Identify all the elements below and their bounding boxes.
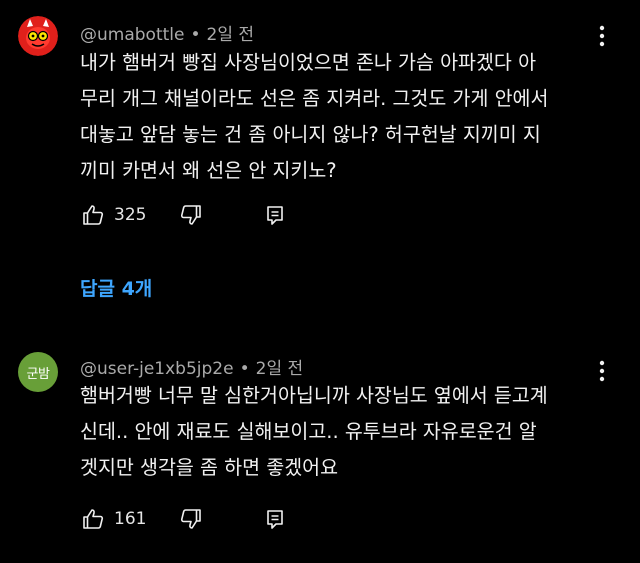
comment-text: 햄버거빵 너무 말 심한거아닙니까 사장님도 옆에서 듣고계 신데.. 안에 재… [80,384,548,479]
reply-button[interactable] [262,506,288,532]
dislike-button[interactable] [178,506,204,532]
avatar[interactable]: 군밤 [18,352,58,392]
like-button[interactable] [80,506,106,532]
comment-meta: @user-je1xb5jp2e • 2일 전 [80,354,303,379]
comment-author[interactable]: @user-je1xb5jp2e [80,359,234,379]
thumb-up-icon [83,509,104,529]
reply-icon [267,510,284,529]
comment-2: 군밤 @user-je1xb5jp2e • 2일 전 햄버거빵 너무 말 심한거아닙… [0,0,640,563]
meta-separator: • [239,359,250,379]
like-count: 161 [114,509,147,529]
thumb-down-icon [181,509,202,529]
comment-time[interactable]: 2일 전 [256,359,304,379]
comment-actions: 161 [80,504,288,534]
avatar-initials: 군밤 [26,366,50,382]
